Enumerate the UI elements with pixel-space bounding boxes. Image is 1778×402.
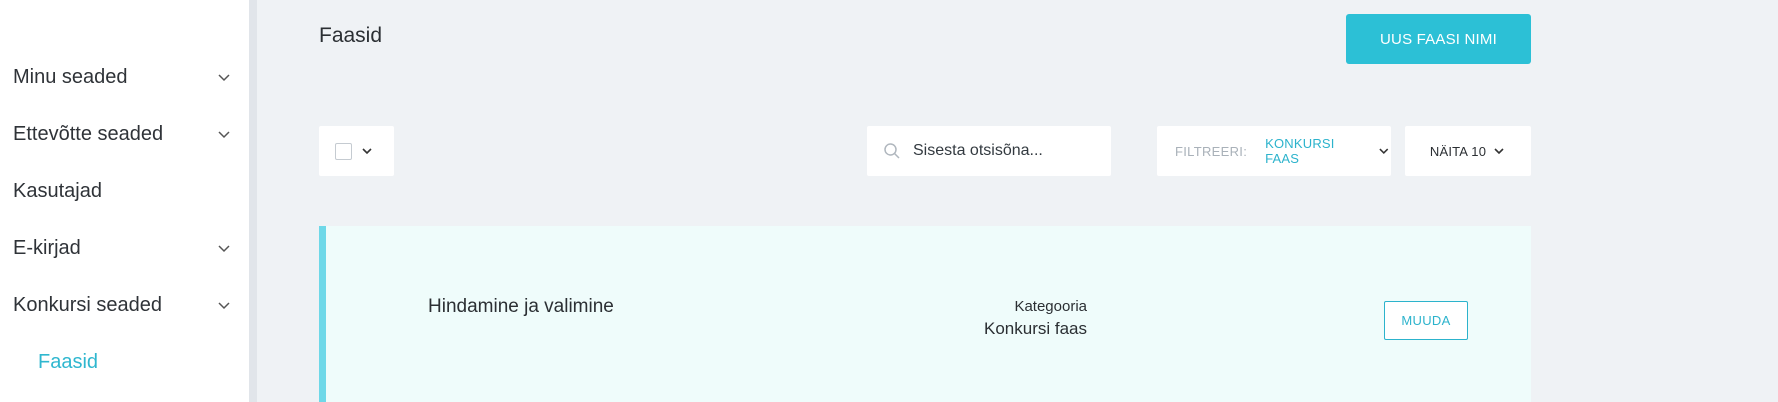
filter-label: FILTREERI:: [1175, 143, 1248, 159]
search-box[interactable]: [867, 126, 1111, 176]
chevron-down-icon: [218, 131, 230, 139]
sidebar-item-label: Konkursi seaded: [13, 293, 162, 316]
sidebar-subitem-label: Faasid: [38, 350, 99, 373]
page-size-dropdown[interactable]: NÄITA 10: [1405, 126, 1531, 176]
select-all-checkbox[interactable]: [335, 142, 352, 160]
sidebar-item-ettevotte-seaded[interactable]: Ettevõtte seaded: [13, 114, 233, 154]
new-phase-button[interactable]: UUS FAASI NIMI: [1346, 14, 1531, 64]
phase-name: Hindamine ja valimine: [428, 296, 614, 317]
sidebar-subitem-faasid[interactable]: Faasid: [38, 342, 98, 382]
sidebar-item-kasutajad[interactable]: Kasutajad: [13, 171, 233, 211]
bulk-select-dropdown[interactable]: [319, 126, 394, 176]
sidebar-item-minu-seaded[interactable]: Minu seaded: [13, 57, 233, 97]
sidebar-item-konkursi-seaded[interactable]: Konkursi seaded: [13, 285, 233, 325]
page-title: Faasid: [319, 24, 383, 47]
sidebar-item-label: Minu seaded: [13, 65, 128, 88]
chevron-down-icon[interactable]: [1377, 144, 1391, 158]
filter-value[interactable]: KONKURSI FAAS: [1265, 136, 1369, 166]
sidebar-item-label: Kasutajad: [13, 179, 102, 202]
search-icon: [884, 143, 900, 159]
search-input[interactable]: [913, 142, 1103, 160]
sidebar-item-e-kirjad[interactable]: E-kirjad: [13, 228, 233, 268]
category-value: Konkursi faas: [984, 319, 1087, 338]
sidebar: Minu seaded Ettevõtte seaded Kasutajad E…: [0, 0, 249, 402]
chevron-down-icon: [218, 74, 230, 82]
page-size-label: NÄITA 10: [1429, 143, 1487, 159]
chevron-down-icon[interactable]: [1492, 144, 1506, 158]
sidebar-divider: [249, 0, 257, 402]
chevron-down-icon[interactable]: [360, 144, 374, 158]
filter-dropdown[interactable]: FILTREERI: KONKURSI FAAS: [1157, 126, 1391, 176]
edit-button[interactable]: MUUDA: [1384, 301, 1468, 340]
chevron-down-icon: [218, 245, 230, 253]
category-label: Kategooria: [1014, 298, 1087, 315]
sidebar-item-label: E-kirjad: [13, 236, 81, 259]
chevron-down-icon: [218, 302, 230, 310]
table-row[interactable]: Hindamine ja valimine Kategooria Konkurs…: [319, 226, 1531, 402]
sidebar-item-label: Ettevõtte seaded: [13, 122, 164, 145]
